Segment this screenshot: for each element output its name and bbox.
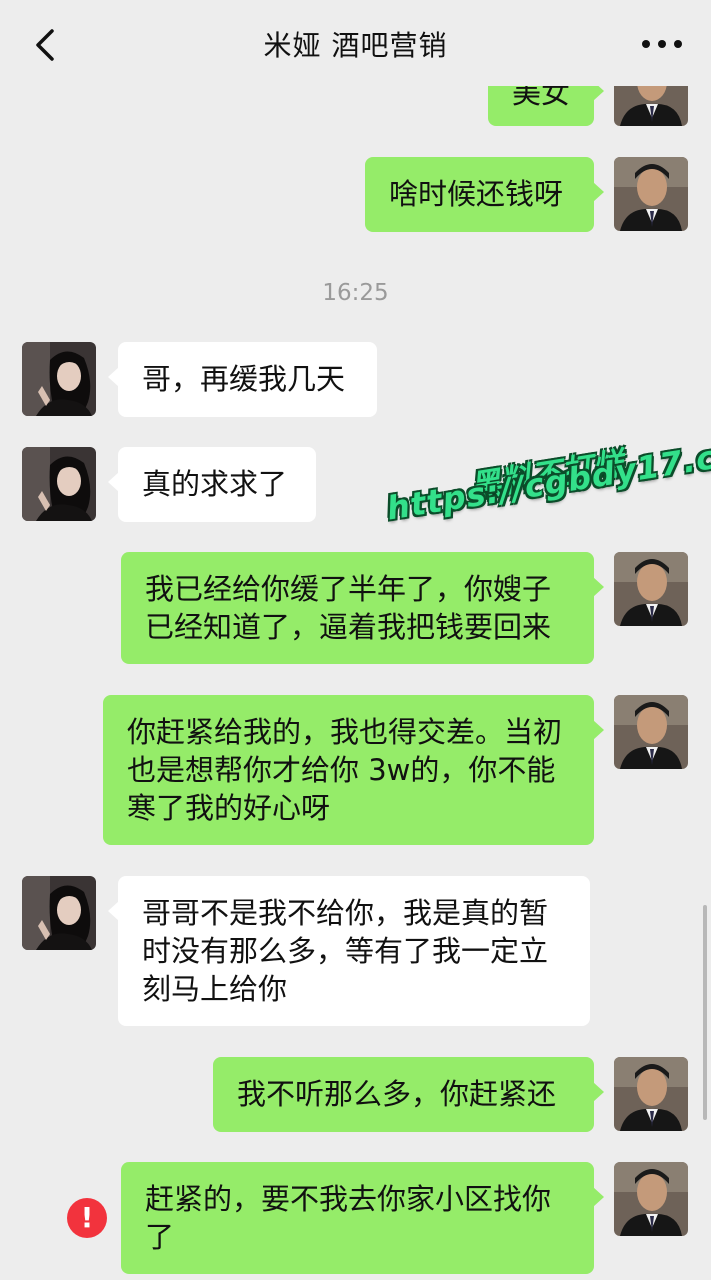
my-avatar[interactable] — [614, 552, 688, 626]
message-text: 啥时候还钱呀 — [389, 177, 564, 211]
message-bubble-sent[interactable]: 我已经给你缓了半年了，你嫂子已经知道了，逼着我把钱要回来 — [121, 552, 604, 664]
contact-avatar[interactable] — [22, 447, 96, 521]
chat-timestamp: 16:25 — [322, 280, 389, 306]
contact-avatar[interactable] — [22, 342, 96, 416]
more-dots-icon[interactable] — [642, 40, 682, 50]
message-bubble-received[interactable]: 哥哥不是我不给你，我是真的暂时没有那么多，等有了我一定立刻马上给你 — [108, 876, 590, 1026]
my-avatar[interactable] — [614, 695, 688, 769]
scrollbar[interactable] — [703, 905, 707, 1120]
chat-header: 米娅 酒吧营销 — [0, 0, 711, 86]
message-bubble-received[interactable]: 真的求求了 — [108, 447, 316, 522]
message-text: 真的求求了 — [142, 467, 288, 501]
message-bubble-sent[interactable]: 赶紧的，要不我去你家小区找你了 — [121, 1162, 604, 1274]
my-avatar[interactable] — [614, 1162, 688, 1236]
message-text: 我不听那么多，你赶紧还 — [237, 1077, 557, 1111]
message-text: 赶紧的，要不我去你家小区找你了 — [145, 1182, 552, 1254]
message-text: 哥，再缓我几天 — [142, 362, 346, 396]
message-text: 我已经给你缓了半年了，你嫂子已经知道了，逼着我把钱要回来 — [145, 572, 552, 644]
message-bubble-sent[interactable]: 你赶紧给我的，我也得交差。当初也是想帮你才给你 3w的，你不能寒了我的好心呀 — [103, 695, 604, 845]
message-text: 哥哥不是我不给你，我是真的暂时没有那么多，等有了我一定立刻马上给你 — [142, 896, 549, 1006]
my-avatar[interactable] — [614, 157, 688, 231]
watermark-url: https://cgbdy17.com — [384, 428, 711, 528]
message-text: 你赶紧给我的，我也得交差。当初也是想帮你才给你 3w的，你不能寒了我的好心呀 — [127, 715, 563, 825]
error-icon[interactable]: ! — [67, 1198, 107, 1238]
contact-avatar[interactable] — [22, 876, 96, 950]
chat-title: 米娅 酒吧营销 — [263, 29, 448, 62]
my-avatar[interactable] — [614, 1057, 688, 1131]
message-bubble-sent[interactable]: 啥时候还钱呀 — [365, 157, 604, 232]
message-bubble-received[interactable]: 哥，再缓我几天 — [108, 342, 377, 417]
message-bubble-sent[interactable]: 我不听那么多，你赶紧还 — [213, 1057, 604, 1132]
